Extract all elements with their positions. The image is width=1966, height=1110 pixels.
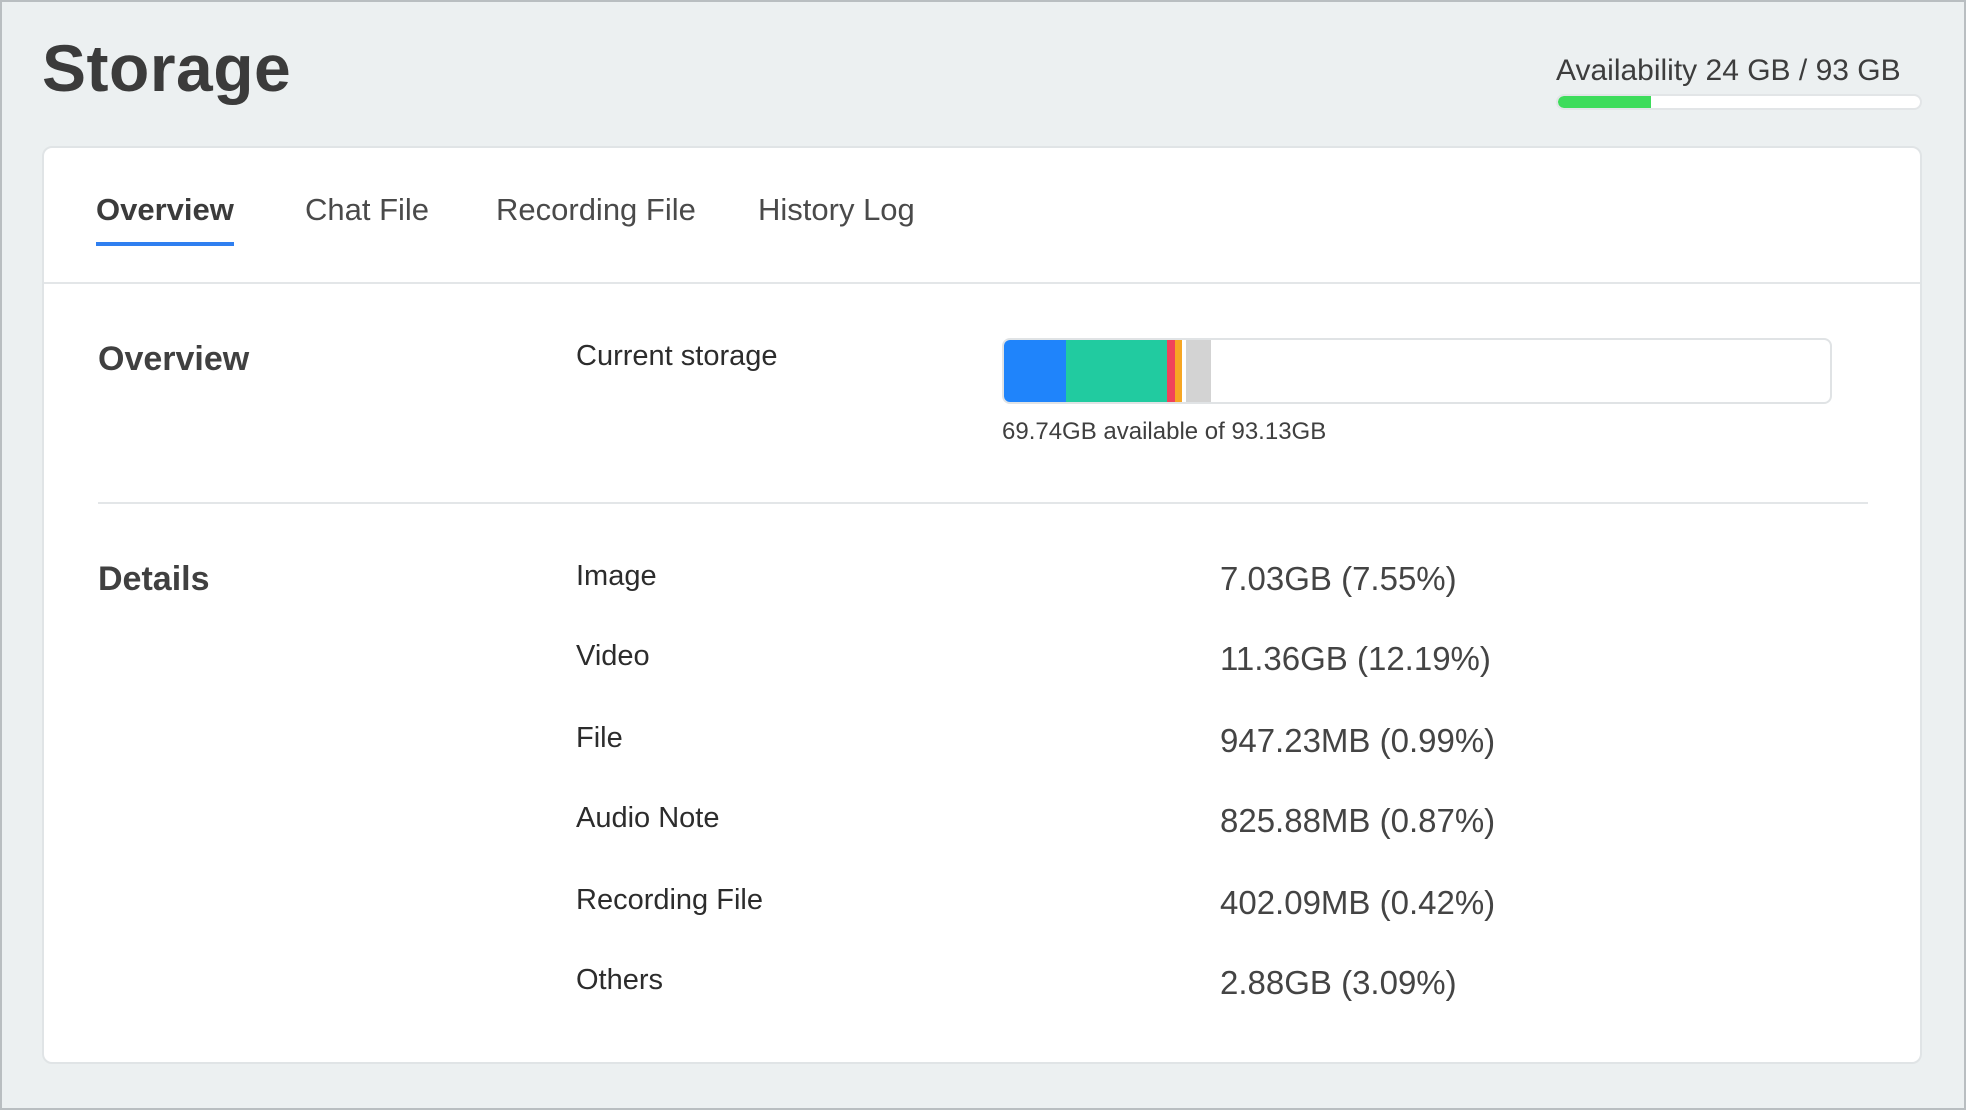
availability-label: Availability 24 GB / 93 GB <box>1556 54 1901 87</box>
tab-recording-file[interactable]: Recording File <box>496 192 696 242</box>
detail-label-others: Others <box>576 964 664 996</box>
storage-segment-file <box>1167 340 1176 402</box>
storage-segment-audio-note <box>1175 340 1183 402</box>
tab-history-log[interactable]: History Log <box>758 192 915 242</box>
availability-progress-fill <box>1558 96 1652 108</box>
tab-bar: Overview Chat File Recording File Histor… <box>44 148 1920 284</box>
detail-label-image: Image <box>576 560 657 592</box>
detail-label-file: File <box>576 722 623 754</box>
detail-value-video: 11.36GB (12.19%) <box>1220 640 1491 677</box>
storage-card: Overview Chat File Recording File Histor… <box>42 146 1922 1064</box>
storage-segment-others <box>1185 340 1212 402</box>
detail-value-recording-file: 402.09MB (0.42%) <box>1220 884 1496 921</box>
page-title: Storage <box>42 31 292 105</box>
detail-value-file: 947.23MB (0.99%) <box>1220 722 1496 759</box>
detail-label-video: Video <box>576 640 650 672</box>
detail-value-others: 2.88GB (3.09%) <box>1220 964 1457 1001</box>
availability-indicator: Availability 24 GB / 93 GB <box>1556 54 1922 110</box>
detail-value-audio-note: 825.88MB (0.87%) <box>1220 802 1496 839</box>
details-section-label: Details <box>98 560 210 598</box>
detail-label-recording-file: Recording File <box>576 884 763 916</box>
availability-progress-bar <box>1556 94 1922 110</box>
storage-segment-video <box>1066 340 1168 402</box>
detail-value-image: 7.03GB (7.55%) <box>1220 560 1457 597</box>
storage-segment-image <box>1004 340 1067 402</box>
section-divider <box>98 502 1868 504</box>
current-storage-label: Current storage <box>576 340 778 372</box>
overview-section-label: Overview <box>98 340 250 378</box>
current-storage-bar <box>1002 338 1832 404</box>
tab-overview[interactable]: Overview <box>96 192 234 246</box>
storage-caption: 69.74GB available of 93.13GB <box>1002 418 1327 445</box>
detail-label-audio-note: Audio Note <box>576 802 720 834</box>
tab-chat-file[interactable]: Chat File <box>305 192 429 242</box>
